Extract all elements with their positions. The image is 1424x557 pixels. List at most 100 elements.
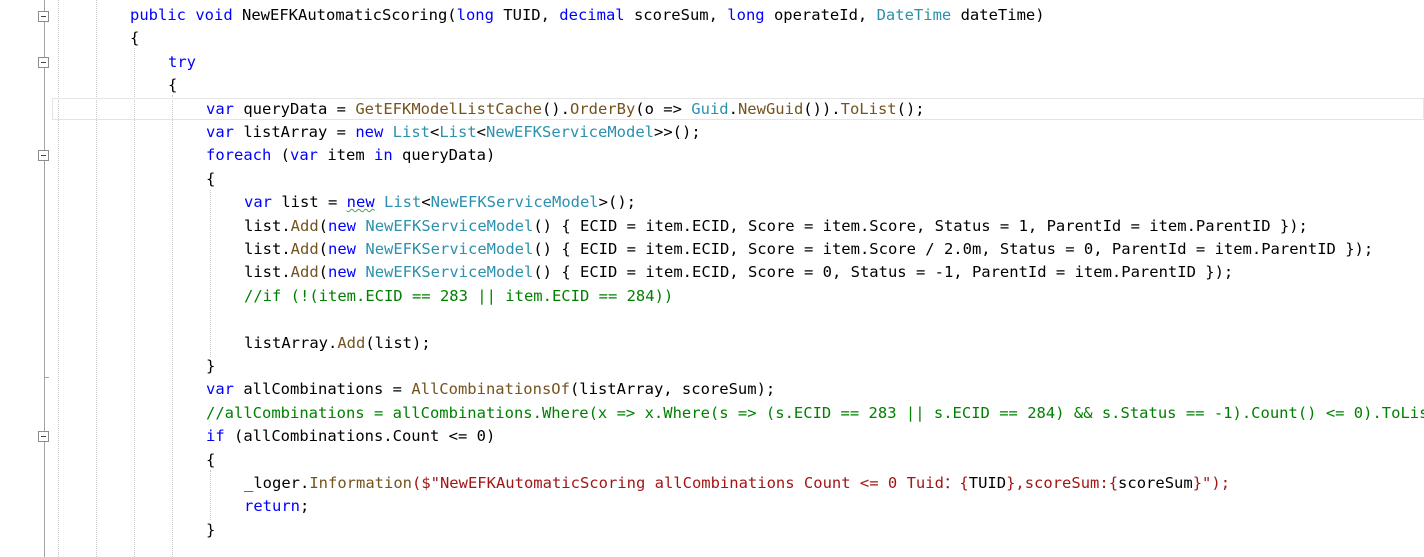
code-token: TUID [968,474,1007,492]
code-line[interactable]: var listArray = new List<List<NewEFKServ… [206,121,701,144]
code-token: () { ECID = item.ECID, Score = item.Scor… [533,240,1374,258]
code-token: },scoreSum:{ [1006,474,1119,492]
code-token: return [244,497,300,516]
code-token: Add [290,240,319,258]
code-token: ( [318,263,329,282]
code-token: NewGuid [737,99,804,118]
collapse-method-icon[interactable] [38,11,49,22]
code-token: ToList [840,99,897,118]
code-token: () { ECID = item.ECID, Score = item.Scor… [533,216,1308,235]
outline-tick [44,377,49,378]
code-token: new [328,263,357,282]
code-token: list. [244,263,291,282]
code-line[interactable]: //if (!(item.ECID == 283 || item.ECID ==… [244,285,673,308]
code-token: new [328,240,357,258]
collapse-foreach-icon[interactable] [38,150,49,161]
code-token: NewEFKServiceModel [486,123,654,141]
code-token: long [456,6,494,24]
code-token: List [384,193,422,212]
code-line[interactable]: } [206,519,215,542]
code-token: (); [896,99,925,118]
code-token: < [421,193,431,212]
code-token: >>(); [654,123,701,141]
code-token: _loger. [244,474,310,492]
indent-guide [210,190,211,357]
code-line[interactable]: } [206,355,215,378]
code-token: TUID, [493,6,560,24]
code-line[interactable]: var list = new List<NewEFKServiceModel>(… [244,191,636,214]
code-line[interactable]: //allCombinations = allCombinations.Wher… [206,402,1424,425]
code-token: ()). [803,99,841,118]
code-token: long [727,6,765,24]
code-token: { [130,29,140,48]
code-token: (). [541,99,570,118]
code-token: ( [318,216,329,235]
indent-guide [172,95,173,557]
code-line[interactable]: listArray.Add(list); [244,332,431,355]
code-token: (o => [635,99,692,118]
code-token: list = [272,193,347,212]
code-line[interactable]: if (allCombinations.Count <= 0) [206,425,495,448]
code-token: List [439,123,477,141]
code-token: (list); [365,333,431,352]
code-token: DateTime [876,6,952,24]
code-token: (allCombinations.Count <= 0) [224,427,496,446]
code-token: }"); [1192,474,1231,492]
code-line[interactable]: { [206,168,215,191]
code-line[interactable]: foreach (var item in queryData) [206,144,495,167]
code-token: >(); [598,193,636,212]
code-token: public [130,6,186,24]
code-token: if [206,427,225,446]
code-token: NewEFKServiceModel [430,193,599,212]
code-line[interactable]: list.Add(new NewEFKServiceModel() { ECID… [244,238,1373,261]
code-token: new [355,123,384,141]
code-line[interactable]: var allCombinations = AllCombinationsOf(… [206,378,775,401]
code-token: foreach [206,146,272,165]
code-token: in [374,146,393,165]
code-token: list. [244,216,291,235]
code-line[interactable]: { [206,449,215,472]
code-line[interactable]: { [168,74,177,97]
code-token: NewEFKServiceModel [365,216,534,235]
code-token: queryData) [392,146,496,165]
code-token: . [728,99,738,118]
code-token: GetEFKModelListCache [355,99,542,118]
code-line[interactable]: list.Add(new NewEFKServiceModel() { ECID… [244,215,1308,238]
collapse-try-icon[interactable] [38,57,49,68]
code-token: (listArray, scoreSum); [569,380,776,399]
code-token: scoreSum [1118,474,1193,492]
code-line[interactable]: { [130,27,139,50]
code-token: dateTime) [951,6,1045,24]
code-token: ( [318,240,329,258]
code-line[interactable]: public void NewEFKAutomaticScoring(long … [130,4,1045,27]
code-token: queryData = [234,99,356,118]
code-token: { [206,169,216,188]
code-token: () { ECID = item.ECID, Score = 0, Status… [533,263,1234,282]
code-token: List [392,123,430,141]
code-line[interactable]: try [168,51,196,74]
code-token: OrderBy [569,99,636,118]
indent-guide [134,48,135,557]
code-token: NewEFKServiceModel [365,263,534,282]
code-token: var [206,99,234,118]
collapse-if-icon[interactable] [38,431,49,442]
code-token: //allCombinations = allCombinations.Wher… [206,403,1424,422]
code-token: decimal [559,6,625,24]
code-token: Guid [691,99,729,118]
code-token: Information [309,474,412,492]
code-token: new [328,216,357,235]
code-token: new [346,193,375,212]
code-token: var [206,123,234,141]
code-token: { [168,76,178,95]
code-line[interactable]: _loger.Information($"NewEFKAutomaticScor… [244,472,1230,495]
code-line[interactable]: var queryData = GetEFKModelListCache().O… [206,98,925,121]
code-token: NewEFKAutomaticScoring( [232,6,457,24]
code-token: AllCombinationsOf [411,380,570,399]
code-line[interactable]: return; [244,495,309,518]
code-token: ($"NewEFKAutomaticScoring allCombination… [411,474,969,492]
code-line[interactable]: list.Add(new NewEFKServiceModel() { ECID… [244,261,1233,284]
